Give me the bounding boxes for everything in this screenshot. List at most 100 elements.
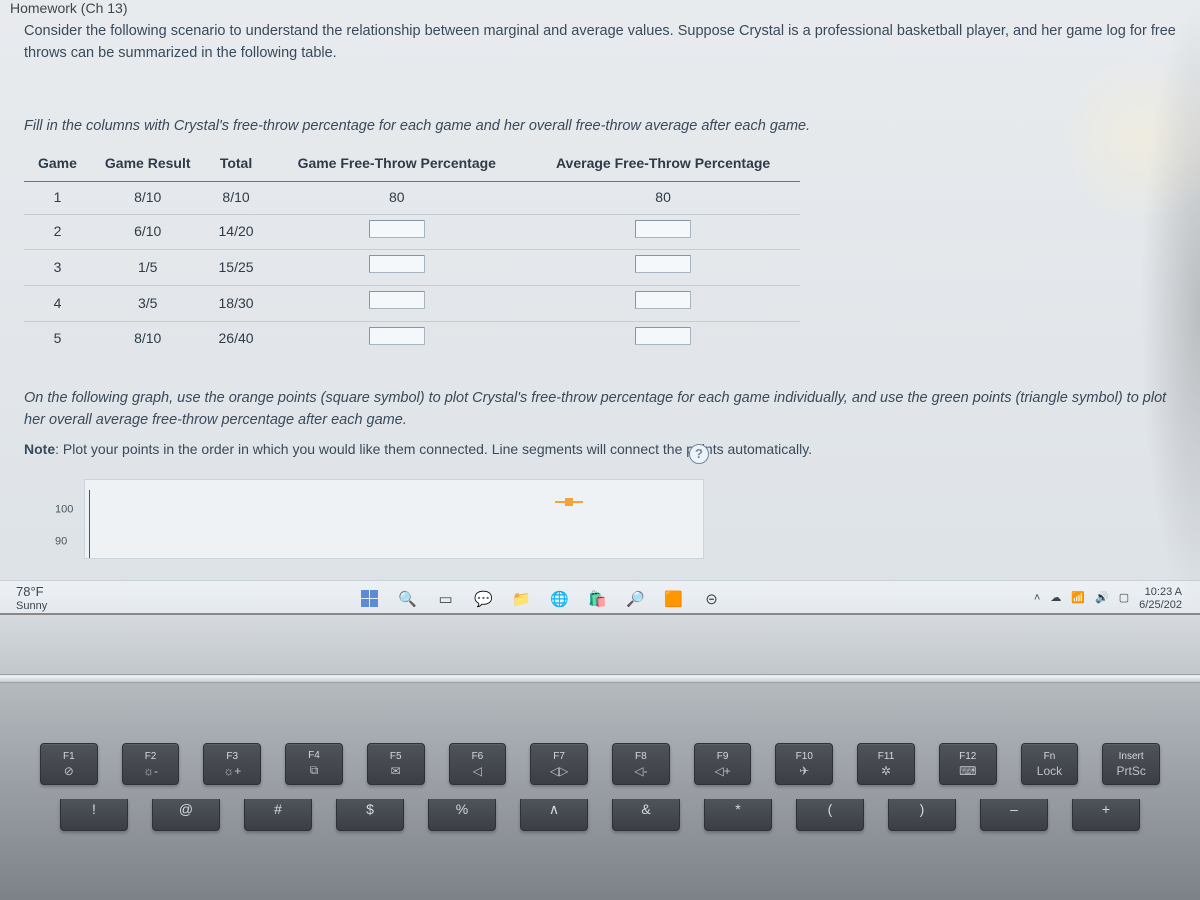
note-label: Note: [24, 441, 55, 457]
cell-game: 1: [24, 182, 91, 215]
col-avg-pct: Average Free-Throw Percentage: [526, 147, 800, 181]
key-f7: F7◁▷: [530, 743, 588, 785]
table-row: 31/515/25: [24, 250, 800, 286]
table-row: 18/108/108080: [24, 182, 800, 215]
y-axis: [89, 490, 90, 558]
key-symbol: ): [888, 799, 956, 831]
cell-result: 1/5: [91, 250, 205, 286]
key-fn: FnLock: [1021, 743, 1079, 785]
intro-text: Consider the following scenario to under…: [24, 20, 1176, 65]
game-pct-input[interactable]: [369, 220, 425, 238]
cell-result: 3/5: [91, 286, 205, 322]
help-icon[interactable]: ?: [689, 444, 709, 464]
chevron-up-icon[interactable]: ˄: [1034, 592, 1040, 605]
cell-game: 4: [24, 286, 91, 322]
cell-game-pct: [268, 286, 526, 322]
avg-pct-input[interactable]: [635, 291, 691, 309]
chat-icon[interactable]: 💬: [471, 586, 497, 612]
windows-taskbar: 78°F Sunny 🔍 ▭ 💬 📁 🌐 🛍️ 🔎 🟧 ⊝ ˄ ☁ 📶 🔊 ▢: [0, 580, 1200, 615]
clock[interactable]: 10:23 A 6/25/202: [1139, 586, 1182, 611]
app-icon[interactable]: ⊝: [699, 586, 725, 612]
key-symbol: (: [796, 799, 864, 831]
key-f11: F11✲: [857, 743, 915, 785]
cell-avg-pct: [526, 286, 800, 322]
cell-game-pct: [268, 214, 526, 250]
cell-game: 2: [24, 214, 91, 250]
key-f6: F6◁: [449, 743, 507, 785]
cell-game-pct: 80: [268, 182, 526, 215]
cell-result: 6/10: [91, 214, 205, 250]
key-symbol: *: [704, 799, 772, 831]
key-symbol: –: [980, 799, 1048, 831]
start-icon[interactable]: [357, 586, 383, 612]
key-f3: F3☼+: [203, 743, 261, 785]
graph-canvas[interactable]: ? 100 90: [84, 479, 704, 559]
table-row: 26/1014/20: [24, 214, 800, 250]
taskview-icon[interactable]: ▭: [433, 586, 459, 612]
square-icon: [565, 498, 573, 506]
key-symbol: @: [152, 799, 220, 831]
graph-instruction: On the following graph, use the orange p…: [24, 387, 1176, 432]
key-symbol: $: [336, 799, 404, 831]
cell-avg-pct: [526, 321, 800, 356]
cell-game-pct: [268, 250, 526, 286]
key-f9: F9◁+: [694, 743, 752, 785]
weather-widget[interactable]: 78°F Sunny: [0, 585, 47, 611]
battery-icon[interactable]: ▢: [1119, 592, 1129, 605]
store-icon[interactable]: 🛍️: [585, 586, 611, 612]
key-symbol: #: [244, 799, 312, 831]
key-f8: F8◁-: [612, 743, 670, 785]
explorer-icon[interactable]: 📁: [509, 586, 535, 612]
col-game-pct: Game Free-Throw Percentage: [268, 147, 526, 181]
table-row: 43/518/30: [24, 286, 800, 322]
key-symbol: +: [1072, 799, 1140, 831]
search-icon[interactable]: 🔍: [395, 586, 421, 612]
cell-total: 18/30: [205, 286, 268, 322]
key-symbol: &: [612, 799, 680, 831]
col-total: Total: [205, 147, 268, 181]
game-pct-input[interactable]: [369, 291, 425, 309]
graph-note: Note: Plot your points in the order in w…: [24, 439, 1176, 461]
laptop-body: F1⊘F2☼-F3☼+F4⧉F5✉F6◁F7◁▷F8◁-F9◁+F10✈F11✲…: [0, 615, 1200, 900]
volume-icon[interactable]: 🔊: [1095, 592, 1109, 605]
cell-avg-pct: [526, 214, 800, 250]
edge-icon[interactable]: 🌐: [547, 586, 573, 612]
key-symbol: ∧: [520, 799, 588, 831]
cell-total: 14/20: [205, 214, 268, 250]
cell-total: 26/40: [205, 321, 268, 356]
weather-temp: 78°F: [16, 585, 47, 599]
cloud-icon[interactable]: ☁: [1050, 592, 1061, 605]
cell-avg-pct: 80: [526, 182, 800, 215]
app-icon[interactable]: 🔎: [623, 586, 649, 612]
key-f1: F1⊘: [40, 743, 98, 785]
col-result: Game Result: [91, 147, 205, 181]
key-insert: InsertPrtSc: [1102, 743, 1160, 785]
cell-total: 15/25: [205, 250, 268, 286]
avg-pct-input[interactable]: [635, 220, 691, 238]
clock-time: 10:23 A: [1139, 586, 1182, 599]
key-f5: F5✉: [367, 743, 425, 785]
game-pct-input[interactable]: [369, 327, 425, 345]
tab-title: Homework (Ch 13): [0, 0, 137, 20]
wifi-icon[interactable]: 📶: [1071, 592, 1085, 605]
cell-game-pct: [268, 321, 526, 356]
table-instruction: Fill in the columns with Crystal's free-…: [24, 115, 1176, 137]
legend-orange-square[interactable]: [555, 498, 583, 506]
key-symbol: %: [428, 799, 496, 831]
cell-game: 5: [24, 321, 91, 356]
app-icon[interactable]: 🟧: [661, 586, 687, 612]
avg-pct-input[interactable]: [635, 255, 691, 273]
cell-result: 8/10: [91, 321, 205, 356]
y-tick-100: 100: [55, 502, 73, 519]
cell-avg-pct: [526, 250, 800, 286]
avg-pct-input[interactable]: [635, 327, 691, 345]
y-tick-90: 90: [55, 534, 67, 551]
key-f2: F2☼-: [122, 743, 180, 785]
weather-condition: Sunny: [16, 600, 47, 612]
free-throw-table: Game Game Result Total Game Free-Throw P…: [24, 147, 800, 356]
cell-result: 8/10: [91, 182, 205, 215]
clock-date: 6/25/202: [1139, 599, 1182, 612]
game-pct-input[interactable]: [369, 255, 425, 273]
key-f4: F4⧉: [285, 743, 343, 785]
cell-total: 8/10: [205, 182, 268, 215]
